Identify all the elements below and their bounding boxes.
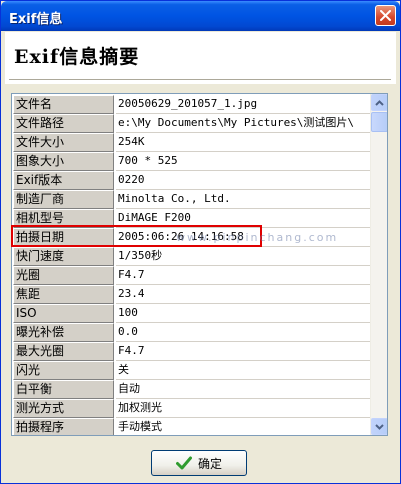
exif-key: 文件路径 <box>13 114 114 133</box>
scroll-down-button[interactable] <box>371 418 387 435</box>
exif-row[interactable]: 最大光圈 F4.7 <box>12 341 370 361</box>
exif-key: 闪光 <box>13 361 114 380</box>
exif-key: ISO <box>13 304 114 323</box>
scroll-up-button[interactable] <box>371 94 387 111</box>
exif-row[interactable]: 闪光关 <box>12 360 370 380</box>
exif-key: 白平衡 <box>13 380 114 399</box>
exif-value: 0.0 <box>116 323 370 342</box>
exif-row[interactable]: ISO 100 <box>12 303 370 323</box>
header-panel: Exif信息摘要 <box>5 32 396 84</box>
close-icon <box>380 10 391 21</box>
exif-value: 700 * 525 <box>116 152 370 171</box>
exif-row[interactable]: Exif版本 0220 <box>12 170 370 190</box>
exif-value: 关 <box>116 361 370 380</box>
exif-row[interactable]: 制造厂商 Minolta Co., Ltd. <box>12 189 370 209</box>
exif-key: 制造厂商 <box>13 190 114 209</box>
exif-dialog: Exif信息 Exif信息摘要 文件名 20050629_201057_1.jpg… <box>0 0 401 484</box>
close-button[interactable] <box>375 5 396 26</box>
exif-row[interactable]: 文件大小 254K <box>12 132 370 152</box>
exif-value: 手动模式 <box>116 418 370 435</box>
exif-row[interactable]: 曝光补偿 0.0 <box>12 322 370 342</box>
exif-value: e:\My Documents\My Pictures\测试图片\ <box>116 114 370 133</box>
exif-key: 快门速度 <box>13 247 114 266</box>
exif-key: 文件名 <box>13 95 114 114</box>
ok-button[interactable]: 确定 <box>151 450 247 476</box>
exif-key: 曝光补偿 <box>13 323 114 342</box>
vertical-scrollbar[interactable] <box>370 94 387 435</box>
ok-label: 确定 <box>197 456 222 471</box>
watermark: www.pinpinchang.com <box>176 231 339 244</box>
exif-key: Exif版本 <box>13 171 114 190</box>
exif-value: F4.7 <box>116 266 370 285</box>
exif-row[interactable]: 快门速度 1/350秒 <box>12 246 370 266</box>
exif-key: 焦距 <box>13 285 114 304</box>
checkmark-icon <box>175 456 192 470</box>
exif-value: 自动 <box>116 380 370 399</box>
exif-row[interactable]: 光圈 F4.7 <box>12 265 370 285</box>
exif-key: 最大光圈 <box>13 342 114 361</box>
divider-highlight <box>9 80 391 81</box>
scroll-thumb[interactable] <box>371 112 387 132</box>
exif-key: 光圈 <box>13 266 114 285</box>
arrow-down-icon <box>375 423 384 430</box>
exif-value: 254K <box>116 133 370 152</box>
exif-key: 文件大小 <box>13 133 114 152</box>
exif-value: F4.7 <box>116 342 370 361</box>
exif-value: 23.4 <box>116 285 370 304</box>
exif-row[interactable]: 文件路径 e:\My Documents\My Pictures\测试图片\ <box>12 113 370 133</box>
exif-value: 1/350秒 <box>116 247 370 266</box>
exif-row[interactable]: 焦距 23.4 <box>12 284 370 304</box>
exif-row[interactable]: 测光方式 加权测光 <box>12 398 370 418</box>
page-title: Exif信息摘要 <box>14 46 140 68</box>
title-bar[interactable]: Exif信息 <box>1 1 400 31</box>
window-title: Exif信息 <box>9 12 63 27</box>
exif-row[interactable]: 拍摄程序 手动模式 <box>12 417 370 435</box>
exif-key: 图象大小 <box>13 152 114 171</box>
exif-key: 测光方式 <box>13 399 114 418</box>
exif-value: 加权测光 <box>116 399 370 418</box>
exif-row[interactable]: 白平衡 自动 <box>12 379 370 399</box>
exif-row[interactable]: 图象大小 700 * 525 <box>12 151 370 171</box>
exif-row[interactable]: 文件名 20050629_201057_1.jpg <box>12 94 370 114</box>
exif-value: 100 <box>116 304 370 323</box>
arrow-up-icon <box>375 99 384 106</box>
exif-key: 拍摄程序 <box>13 418 114 435</box>
exif-value: 20050629_201057_1.jpg <box>116 95 370 114</box>
exif-value: Minolta Co., Ltd. <box>116 190 370 209</box>
exif-value: 0220 <box>116 171 370 190</box>
exif-list[interactable]: 文件名 20050629_201057_1.jpg 文件路径 e:\My Docume… <box>11 93 388 436</box>
